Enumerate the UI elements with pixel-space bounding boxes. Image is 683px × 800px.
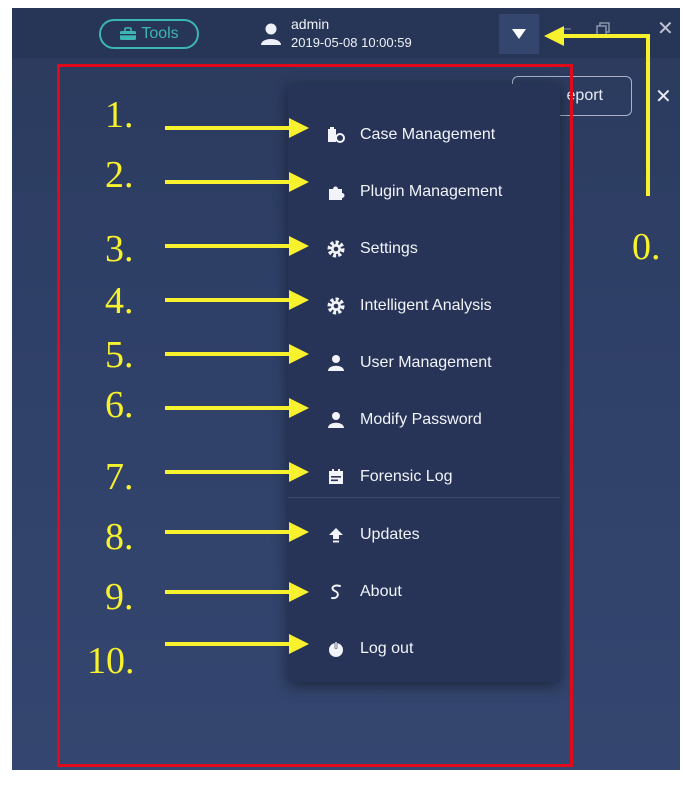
annotation-label-9: 9.: [105, 576, 134, 618]
annotation-label-8: 8.: [105, 516, 134, 558]
arrow-0: [544, 26, 650, 196]
annotation-label-4: 4.: [105, 280, 134, 322]
annotation-label-2: 2.: [105, 154, 134, 196]
annotation-label-1: 1.: [105, 94, 134, 136]
annotation-label-7: 7.: [105, 456, 134, 498]
annotation-label-6: 6.: [105, 384, 134, 426]
annotation-label-3: 3.: [105, 228, 134, 270]
annotation-label-10: 10.: [87, 640, 135, 682]
annotation-label-5: 5.: [105, 334, 134, 376]
annotation-label-0: 0.: [632, 226, 661, 268]
